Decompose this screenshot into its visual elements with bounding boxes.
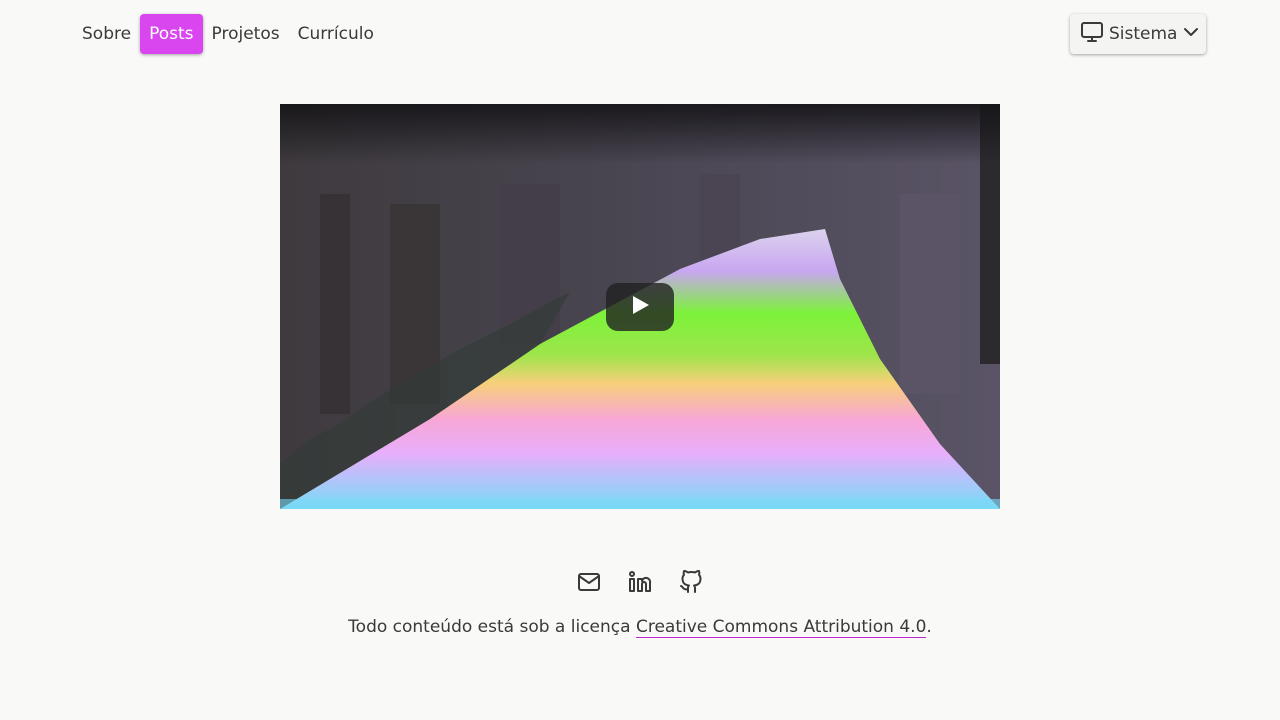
play-button[interactable] [606,283,674,331]
nav-item-curriculo[interactable]: Currículo [289,14,383,54]
linkedin-icon[interactable] [628,570,652,594]
footer-license: Todo conteúdo está sob a licença Creativ… [0,617,1280,638]
main-nav: Sobre Posts Projetos Currículo [73,14,383,54]
mail-icon[interactable] [577,570,601,594]
license-link[interactable]: Creative Commons Attribution 4.0 [635,617,927,638]
nav-item-sobre[interactable]: Sobre [73,14,140,54]
footer-text: Todo conteúdo está sob a licença [348,617,636,637]
theme-select[interactable]: Sistema [1070,14,1206,54]
monitor-icon [1080,21,1104,48]
nav-item-posts[interactable]: Posts [140,14,203,54]
nav-item-projetos[interactable]: Projetos [203,14,289,54]
chevron-down-icon [1182,23,1200,46]
footer-suffix: . [926,617,932,637]
social-links [0,570,1280,594]
play-icon [630,295,650,319]
theme-select-label: Sistema [1109,24,1178,44]
github-icon[interactable] [679,570,703,594]
video-embed[interactable] [280,104,1000,509]
